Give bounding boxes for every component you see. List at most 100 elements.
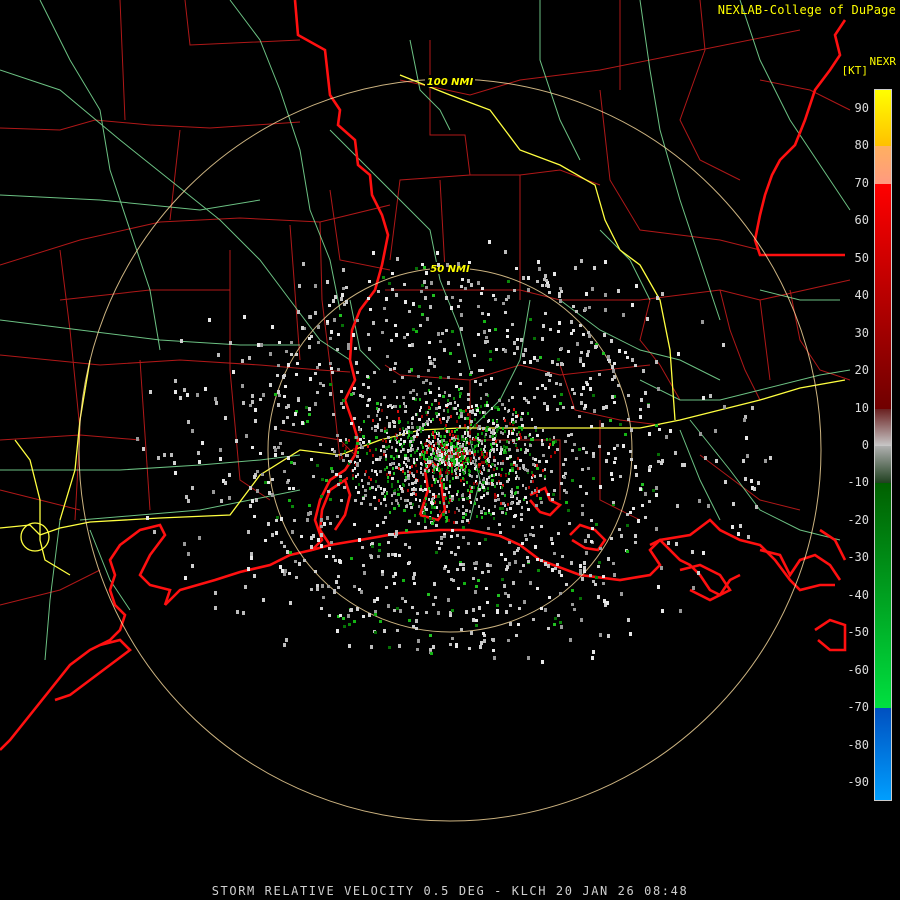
radar-return-pixel [454, 553, 457, 556]
radar-return-pixel [592, 477, 595, 480]
radar-return-pixel [308, 345, 311, 349]
radar-return-pixel [288, 572, 291, 575]
radar-return-pixel [295, 373, 298, 376]
radar-return-pixel [474, 445, 476, 448]
radar-return-pixel [479, 463, 481, 466]
radar-return-pixel [488, 482, 490, 485]
radar-return-pixel [251, 446, 254, 449]
radar-return-pixel [483, 415, 485, 418]
radar-return-pixel [414, 488, 417, 491]
radar-return-pixel [357, 491, 360, 494]
radar-return-pixel [436, 506, 438, 509]
radar-return-pixel [496, 420, 498, 423]
radar-return-pixel [429, 382, 432, 385]
radar-return-pixel [375, 436, 378, 439]
radar-return-pixel [520, 518, 523, 521]
radar-return-pixel [546, 408, 549, 411]
radar-return-pixel [499, 452, 502, 455]
radar-return-pixel [504, 592, 507, 595]
radar-return-pixel [510, 463, 513, 466]
radar-return-pixel [411, 417, 414, 420]
radar-return-pixel [386, 355, 389, 358]
radar-return-pixel [415, 413, 417, 416]
radar-return-pixel [400, 450, 402, 453]
radar-return-pixel [379, 620, 382, 623]
radar-return-pixel [475, 624, 478, 627]
radar-return-pixel [333, 318, 336, 322]
radar-return-pixel [375, 488, 377, 491]
radar-return-pixel [442, 513, 445, 516]
radar-return-pixel [411, 426, 414, 429]
radar-return-pixel [460, 327, 463, 331]
scale-band [875, 146, 891, 184]
radar-return-pixel [486, 492, 489, 495]
radar-return-pixel [302, 262, 305, 266]
radar-return-pixel [559, 592, 562, 595]
radar-return-pixel [516, 502, 519, 505]
radar-return-pixel [362, 497, 365, 500]
radar-return-pixel [388, 646, 391, 649]
radar-return-pixel [438, 387, 440, 390]
radar-return-pixel [398, 440, 400, 443]
radar-return-pixel [408, 520, 411, 523]
radar-return-pixel [492, 512, 495, 515]
radar-return-pixel [339, 314, 342, 317]
radar-return-pixel [271, 325, 274, 329]
radar-return-pixel [538, 460, 541, 463]
radar-return-pixel [573, 443, 576, 446]
radar-return-pixel [747, 535, 750, 539]
radar-return-pixel [451, 459, 453, 462]
radar-return-pixel [512, 525, 515, 528]
radar-return-pixel [341, 293, 344, 297]
radar-return-pixel [353, 417, 356, 420]
radar-return-pixel [580, 618, 583, 622]
radar-return-pixel [453, 439, 455, 442]
radar-return-pixel [486, 563, 489, 567]
radar-return-pixel [459, 425, 461, 428]
radar-return-pixel [393, 425, 396, 428]
radar-return-pixel [501, 403, 504, 406]
radar-return-pixel [291, 505, 294, 508]
radar-return-pixel [426, 451, 428, 454]
radar-return-pixel [361, 395, 364, 398]
radar-return-pixel [531, 526, 534, 529]
radar-return-pixel [424, 392, 427, 395]
radar-return-pixel [604, 260, 607, 264]
radar-return-pixel [544, 274, 547, 278]
radar-return-pixel [449, 463, 451, 466]
radar-return-pixel [404, 472, 406, 475]
radar-return-pixel [410, 431, 413, 434]
radar-return-pixel [387, 480, 389, 483]
radar-return-pixel [283, 395, 286, 398]
radar-return-pixel [432, 493, 435, 496]
radar-return-pixel [452, 579, 455, 582]
radar-return-pixel [634, 541, 637, 544]
radar-return-pixel [467, 426, 469, 429]
radar-return-pixel [481, 571, 484, 574]
radar-return-pixel [492, 422, 495, 425]
radar-return-pixel [483, 639, 486, 643]
radar-return-pixel [416, 470, 418, 473]
radar-return-pixel [314, 311, 317, 315]
radar-return-pixel [261, 473, 264, 476]
radar-return-pixel [508, 472, 510, 475]
radar-return-pixel [547, 627, 550, 630]
radar-return-pixel [345, 438, 347, 441]
radar-return-pixel [478, 542, 481, 545]
radar-return-pixel [470, 631, 473, 635]
radar-return-pixel [374, 470, 377, 473]
radar-return-pixel [579, 485, 582, 488]
radar-return-pixel [610, 472, 613, 476]
radar-return-pixel [554, 617, 557, 620]
radar-return-pixel [667, 541, 670, 545]
radar-return-pixel [279, 442, 282, 445]
radar-return-pixel [219, 448, 222, 452]
radar-return-pixel [346, 454, 349, 457]
radar-return-pixel [295, 353, 298, 356]
radar-return-pixel [722, 343, 725, 347]
radar-return-pixel [434, 435, 436, 438]
radar-return-pixel [481, 516, 483, 519]
scale-tick-label: -40 [847, 587, 869, 602]
radar-return-pixel [421, 263, 424, 266]
radar-return-pixel [429, 362, 432, 365]
